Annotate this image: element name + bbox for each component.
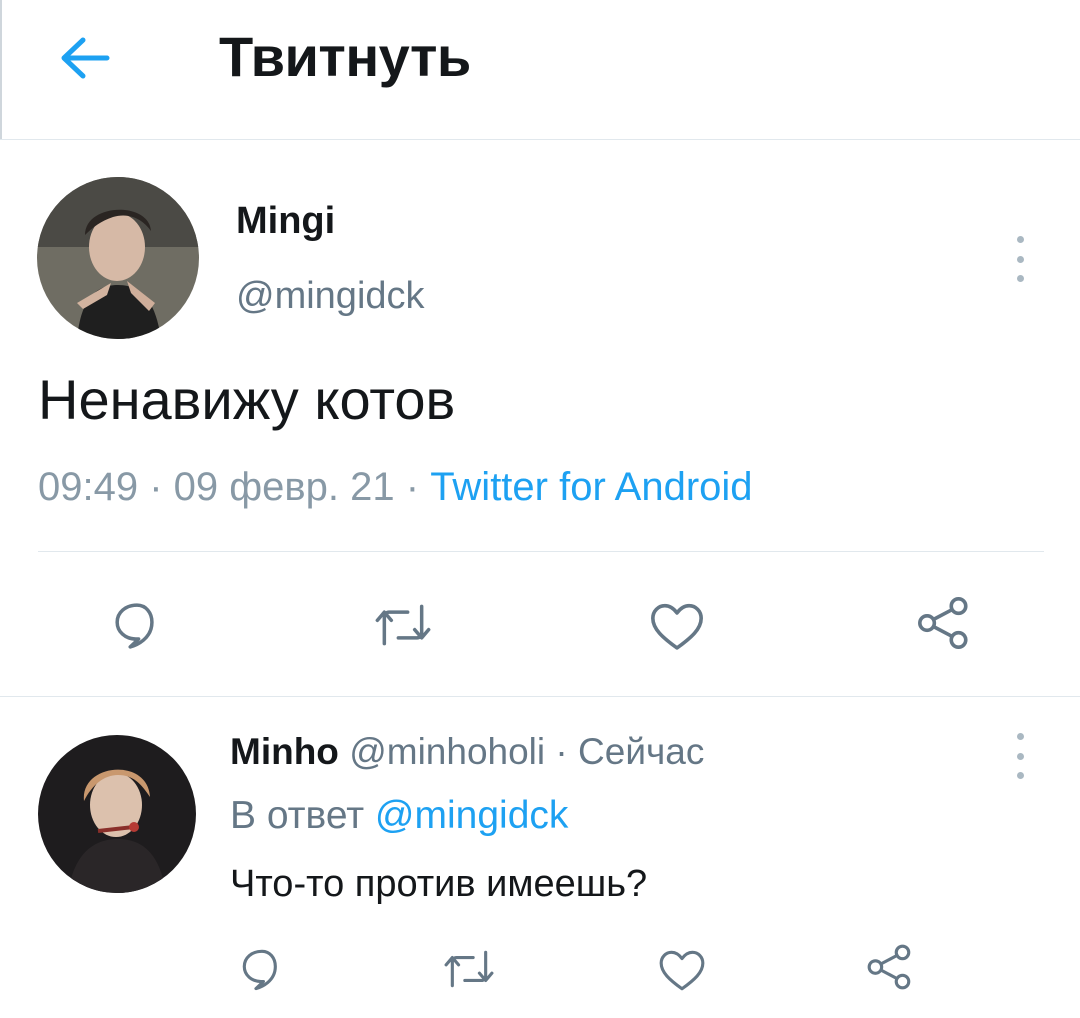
retweet-icon <box>444 950 494 988</box>
reply-avatar[interactable] <box>38 735 196 893</box>
more-options-icon[interactable] <box>1010 733 1030 779</box>
reply-author-handle[interactable]: @minhoholi <box>349 731 545 772</box>
tweet-meta: 09:49 · 09 февр. 21 · Twitter for Androi… <box>38 465 753 510</box>
reply-author-name[interactable]: Minho <box>230 731 339 772</box>
tweet-time: 09:49 <box>38 465 139 509</box>
retweet-button[interactable] <box>438 941 500 997</box>
page-title: Твитнуть <box>219 25 471 88</box>
meta-separator: · <box>394 465 431 509</box>
meta-separator: · <box>138 465 174 509</box>
share-icon <box>867 944 911 990</box>
reply-icon <box>115 603 154 649</box>
retweet-button[interactable] <box>368 594 438 656</box>
reply-text: Что-то против имеешь? <box>230 863 648 905</box>
share-button[interactable] <box>912 592 976 654</box>
reply-icon <box>242 949 277 991</box>
tweet-date: 09 февр. 21 <box>173 465 395 509</box>
reply-header: Minho @minhoholi · Сейчас <box>230 731 704 773</box>
share-icon <box>918 597 968 649</box>
reply-button[interactable] <box>234 941 290 997</box>
window-edge <box>0 0 2 139</box>
like-icon <box>651 603 703 650</box>
retweet-icon <box>375 604 431 646</box>
tweet-text: Ненавижу котов <box>38 368 456 431</box>
replying-to-mention[interactable]: @mingidck <box>375 794 568 837</box>
main-tweet: Mingi @mingidck Ненавижу котов 09:49 · 0… <box>0 140 1080 697</box>
author-handle[interactable]: @mingidck <box>236 275 425 318</box>
replying-to: В ответ @mingidck <box>230 794 568 838</box>
tweet-source-link[interactable]: Twitter for Android <box>430 465 752 509</box>
meta-separator: · <box>545 731 579 772</box>
more-options-icon[interactable] <box>1010 236 1030 282</box>
like-icon <box>659 950 705 991</box>
divider <box>38 551 1044 552</box>
replying-prefix: В ответ <box>230 794 375 837</box>
back-button[interactable] <box>52 28 118 88</box>
like-button[interactable] <box>654 941 710 997</box>
reply-time: Сейчас <box>578 731 705 772</box>
arrow-left-icon <box>61 37 110 79</box>
author-name[interactable]: Mingi <box>236 200 335 243</box>
share-button[interactable] <box>862 939 918 995</box>
avatar[interactable] <box>37 177 199 339</box>
like-button[interactable] <box>645 594 709 656</box>
top-bar: Твитнуть <box>0 0 1080 140</box>
reply-button[interactable] <box>106 594 168 656</box>
